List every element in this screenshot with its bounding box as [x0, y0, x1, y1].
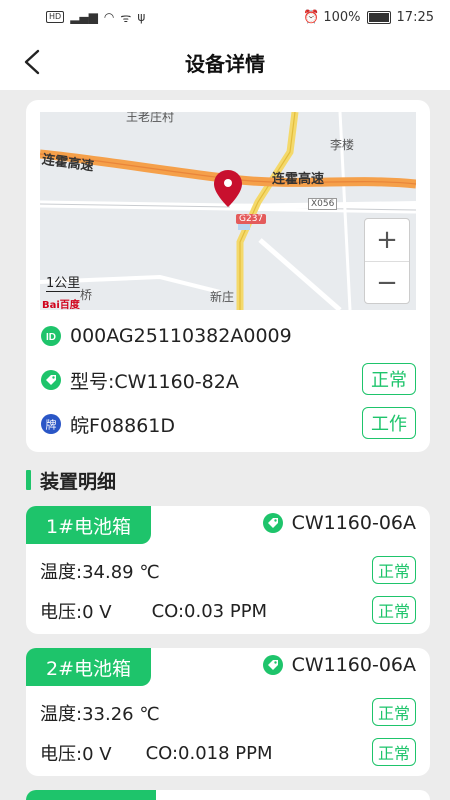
- device-model: 型号:CW1160-82A: [70, 370, 239, 393]
- status-badge-normal: 正常: [362, 363, 416, 395]
- nav-bar: 设备详情: [0, 34, 450, 90]
- temperature-value: 温度:34.89 ℃: [40, 562, 160, 583]
- svg-text:牌: 牌: [46, 418, 57, 432]
- map-canvas: [40, 112, 416, 310]
- plate-icon: 牌: [41, 414, 61, 434]
- alarm-icon: ⏰: [303, 9, 320, 25]
- battery-box-model: CW1160-06A: [291, 512, 416, 534]
- voltage-row: 电压:0 V CO:0.03 PPM 正常: [40, 596, 416, 626]
- nfc-icon: ᯤ: [120, 10, 132, 25]
- device-id: 000AG25110382A0009: [70, 325, 292, 347]
- page-title: 设备详情: [185, 51, 265, 76]
- temperature-value: 温度:33.26 ℃: [40, 704, 160, 725]
- tag-icon: [262, 513, 283, 533]
- co-value: CO:0.03 PPM: [151, 600, 268, 622]
- chevron-left-icon: [24, 49, 40, 75]
- co-value: CO:0.018 PPM: [145, 742, 273, 764]
- status-badge: 正常: [371, 738, 416, 766]
- status-badge: 正常: [371, 698, 416, 726]
- voltage-value: 电压:0 V: [40, 744, 112, 765]
- status-right: ⏰ 100% 17:25: [303, 10, 434, 25]
- tag-icon: [262, 655, 283, 675]
- id-icon: ID: [41, 326, 61, 346]
- plate-number: 皖F08861D: [70, 414, 176, 437]
- map-label-xinzhuang: 新庄: [210, 290, 235, 304]
- device-model-row: 型号:CW1160-82A 正常: [40, 362, 416, 398]
- location-map[interactable]: 王老庄村 李楼 连霍高速 连霍高速 X056 G237 新庄 1公里 桥 Bai…: [40, 112, 416, 310]
- battery-box-name: 1#电池箱: [26, 506, 152, 544]
- status-bar: HD ▂▄▆ ◠ ᯤ ψ ⏰ 100% 17:25: [0, 0, 450, 34]
- clock: 17:25: [396, 9, 434, 25]
- usb-icon: ψ: [137, 10, 146, 24]
- battery-box-model-row: CW1160-06A: [262, 512, 416, 534]
- temperature-row: 温度:34.89 ℃ 正常: [40, 556, 416, 586]
- battery-box-tag-partial: [26, 790, 156, 800]
- map-label-village: 王老庄村: [126, 112, 175, 124]
- battery-box-model: CW1160-06A: [291, 654, 416, 676]
- map-label-x056: X056: [308, 198, 338, 210]
- status-badge: 正常: [371, 556, 416, 584]
- temperature-row: 温度:33.26 ℃ 正常: [40, 698, 416, 728]
- battery-icon: [366, 10, 391, 24]
- battery-box-name: 2#电池箱: [26, 648, 152, 686]
- section-title-text: 装置明细: [40, 470, 117, 493]
- back-button[interactable]: [16, 46, 48, 78]
- device-plate-row: 牌 皖F08861D 工作: [40, 406, 416, 442]
- section-accent-bar: [26, 470, 31, 490]
- wifi-icon: ◠: [103, 10, 115, 24]
- voltage-row: 电压:0 V CO:0.018 PPM 正常: [40, 738, 416, 768]
- status-badge-work: 工作: [362, 407, 416, 439]
- device-id-row: ID 000AG25110382A0009: [40, 318, 416, 354]
- tag-icon: [41, 370, 61, 390]
- status-badge: 正常: [371, 596, 416, 624]
- battery-box-card-partial[interactable]: [26, 790, 430, 800]
- battery-box-model-row: CW1160-06A: [262, 654, 416, 676]
- voltage-value: 电压:0 V: [40, 602, 112, 623]
- battery-box-card[interactable]: 2#电池箱 CW1160-06A 温度:33.26 ℃ 正常 电压:0 V CO…: [26, 648, 430, 776]
- map-zoom-control: + −: [364, 218, 410, 304]
- signal-icon: ▂▄▆: [70, 10, 98, 24]
- battery-box-card[interactable]: 1#电池箱 CW1160-06A 温度:34.89 ℃ 正常 电压:0 V CO…: [26, 506, 430, 634]
- battery-percent: 100%: [323, 9, 361, 25]
- map-label-g237: G237: [236, 214, 267, 224]
- map-scale: 1公里: [46, 272, 81, 292]
- map-label-expressway-right: 连霍高速: [272, 172, 325, 187]
- zoom-in-button[interactable]: +: [365, 219, 409, 261]
- map-label-lilou: 李楼: [330, 138, 355, 152]
- status-left: HD ▂▄▆ ◠ ᯤ ψ: [46, 9, 145, 26]
- hd-icon: HD: [46, 11, 65, 23]
- device-card: 王老庄村 李楼 连霍高速 连霍高速 X056 G237 新庄 1公里 桥 Bai…: [26, 100, 430, 452]
- map-label-qiao: 桥: [80, 288, 93, 302]
- svg-text:ID: ID: [46, 332, 56, 343]
- baidu-logo: Bai百度: [42, 300, 80, 310]
- zoom-out-button[interactable]: −: [365, 261, 409, 304]
- section-title: 装置明细: [26, 466, 116, 494]
